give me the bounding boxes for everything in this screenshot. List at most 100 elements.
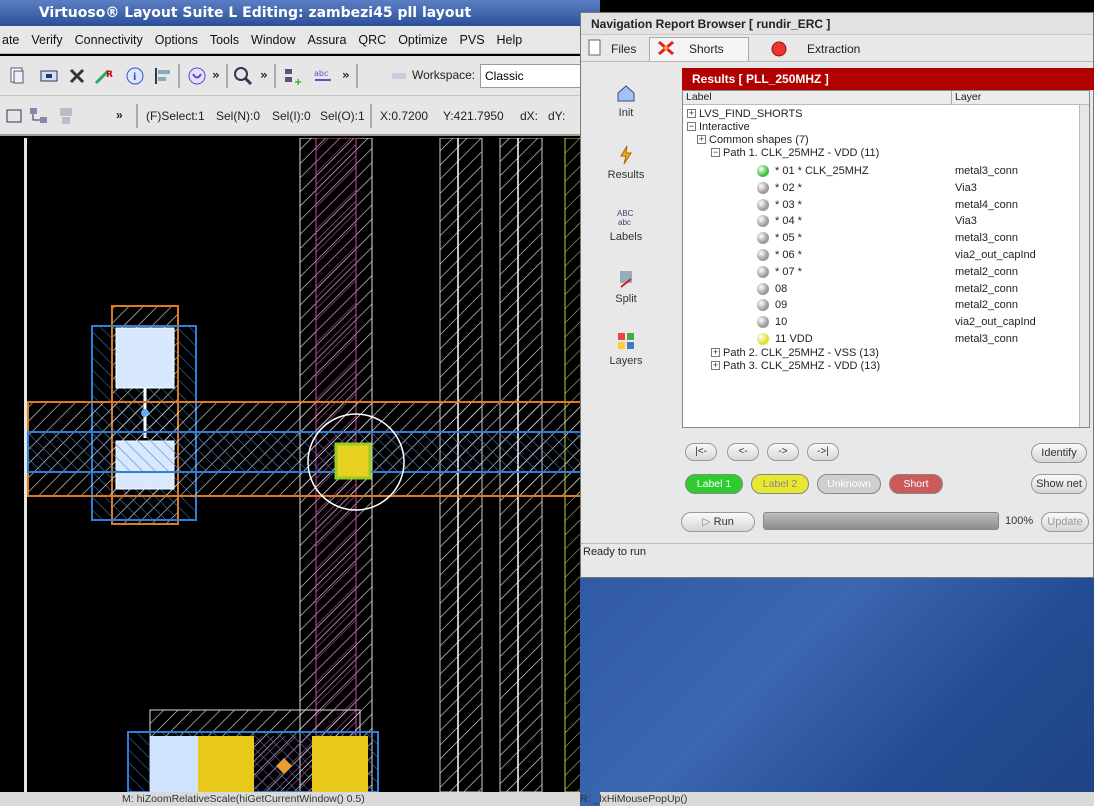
status-ball-icon — [757, 316, 769, 329]
stretch-icon[interactable] — [38, 65, 60, 87]
layer-select-icon[interactable] — [4, 105, 26, 127]
tree-item[interactable]: * 05 * metal3_conn — [683, 230, 1083, 246]
menu-help[interactable]: Help — [497, 33, 523, 47]
delete-icon[interactable] — [66, 65, 88, 87]
tree-item-layer: metal2_conn — [955, 282, 1018, 295]
identify-button[interactable]: Identify — [1031, 443, 1087, 463]
tab-shorts[interactable]: Shorts — [689, 37, 724, 61]
main-toolbar: R i » » + abc » Workspace: Classic — [0, 56, 600, 96]
menu-pvs[interactable]: PVS — [460, 33, 485, 47]
results-tree[interactable]: Label Layer + LVS_FIND_SHORTS − Interact… — [682, 90, 1090, 428]
tree-node-path1[interactable]: − Path 1. CLK_25MHZ - VDD (11) — [683, 145, 1083, 161]
last-button[interactable]: ->| — [807, 443, 839, 461]
sidebar-item-labels[interactable]: ABC abc Labels — [581, 207, 671, 243]
prev-button[interactable]: <- — [727, 443, 759, 461]
tree-item-label: 09 — [775, 299, 788, 312]
tree-item-label: * 06 * — [775, 249, 802, 261]
column-label[interactable]: Label — [686, 91, 712, 103]
tree-item[interactable]: 09 metal2_conn — [683, 297, 1083, 313]
menu-tools[interactable]: Tools — [210, 33, 239, 47]
menu-window[interactable]: Window — [251, 33, 295, 47]
layout-canvas[interactable] — [0, 138, 600, 792]
toolbar-overflow-icon[interactable]: » — [342, 68, 350, 82]
column-layer[interactable]: Layer — [951, 91, 981, 105]
hierarchy-icon[interactable] — [28, 105, 50, 127]
svg-text:abc: abc — [314, 69, 328, 78]
tree-item-layer: metal3_conn — [955, 165, 1018, 177]
mouse-right-status: R: _lxHiMousePopUp() — [580, 793, 688, 805]
extraction-icon — [771, 41, 787, 57]
tree-item-label: * 04 * — [775, 215, 802, 228]
show-net-button[interactable]: Show net — [1031, 474, 1087, 494]
sidebar-item-results[interactable]: Results — [581, 145, 671, 181]
toolbar-overflow-icon[interactable]: » — [212, 68, 220, 82]
status-ball-icon — [757, 165, 769, 177]
create-label-icon[interactable]: abc — [312, 65, 334, 87]
status-ball-icon — [757, 198, 769, 211]
tree-item-label: * 02 * — [775, 181, 802, 194]
tree-item[interactable]: * 02 * Via3 — [683, 180, 1083, 196]
sidebar-item-split[interactable]: Split — [581, 269, 671, 305]
tree-item[interactable]: * 01 * CLK_25MHZ metal3_conn — [683, 163, 1083, 179]
toolbar-overflow-icon[interactable]: » — [116, 108, 123, 122]
home-icon — [617, 85, 635, 102]
ruler-icon[interactable]: R — [94, 65, 116, 87]
status-ball-icon — [757, 282, 769, 295]
tree-node-path3[interactable]: + Path 3. CLK_25MHZ - VDD (13) — [683, 358, 1083, 374]
expand-icon[interactable]: + — [711, 348, 720, 357]
menu-verify[interactable]: Verify — [31, 33, 62, 47]
tree-item[interactable]: * 07 * metal2_conn — [683, 264, 1083, 280]
expand-icon[interactable]: + — [711, 361, 720, 370]
tab-files[interactable]: Files — [611, 37, 636, 61]
toolbar-overflow-icon[interactable]: » — [260, 68, 268, 82]
sel-n: Sel(N):0 — [216, 109, 261, 123]
info-icon[interactable]: i — [124, 65, 146, 87]
expand-icon[interactable]: + — [687, 109, 696, 118]
collapse-icon[interactable]: − — [711, 148, 720, 157]
tree-item[interactable]: * 06 * via2_out_capInd — [683, 247, 1083, 263]
zoom-icon[interactable] — [232, 65, 254, 87]
align-icon[interactable] — [152, 65, 174, 87]
tree-item[interactable]: * 04 * Via3 — [683, 213, 1083, 229]
settings-icon[interactable] — [388, 65, 410, 87]
first-button[interactable]: |<- — [685, 443, 717, 461]
tree-item-label: * 03 * — [775, 198, 802, 211]
tree-item[interactable]: 10 via2_out_capInd — [683, 314, 1083, 330]
status-ball-icon — [757, 265, 769, 278]
expand-icon[interactable]: + — [697, 135, 706, 144]
collapse-icon[interactable]: − — [687, 122, 696, 131]
nav-status-bar: Ready to run — [581, 543, 1093, 559]
delta-y: dY: — [548, 109, 566, 123]
menu-optimize[interactable]: Optimize — [398, 33, 447, 47]
status-ball-icon — [757, 215, 769, 228]
legend-label2[interactable]: Label 2 — [751, 474, 809, 494]
descend-icon[interactable] — [56, 105, 78, 127]
sidebar-item-layers[interactable]: Layers — [581, 331, 671, 367]
tree-item-label: * 05 * — [775, 232, 802, 245]
sidebar-item-init[interactable]: Init — [581, 83, 671, 119]
menu-qrc[interactable]: QRC — [358, 33, 386, 47]
tree-item[interactable]: 08 metal2_conn — [683, 281, 1083, 297]
ruler-clear-icon[interactable] — [186, 65, 208, 87]
menu-create[interactable]: ate — [2, 33, 19, 47]
legend-label1[interactable]: Label 1 — [685, 474, 743, 494]
tree-item-label: * 07 * — [775, 265, 802, 278]
tab-extraction[interactable]: Extraction — [807, 37, 860, 61]
tree-item[interactable]: * 03 * metal4_conn — [683, 197, 1083, 213]
progress-percent: 100% — [1005, 515, 1034, 527]
legend-unknown[interactable]: Unknown — [817, 474, 881, 494]
sel-i: Sel(I):0 — [272, 109, 311, 123]
copy-icon[interactable] — [6, 65, 28, 87]
menu-assura[interactable]: Assura — [308, 33, 347, 47]
run-button[interactable]: ▷ Run — [681, 512, 755, 532]
create-pin-icon[interactable]: + — [282, 65, 304, 87]
sidebar-label-split: Split — [615, 293, 637, 305]
tree-item-label: 08 — [775, 282, 788, 295]
tree-item-layer: via2_out_capInd — [955, 316, 1036, 329]
menu-options[interactable]: Options — [155, 33, 198, 47]
svg-text:+: + — [294, 77, 302, 87]
menu-connectivity[interactable]: Connectivity — [75, 33, 143, 47]
legend-short[interactable]: Short — [889, 474, 943, 494]
update-button[interactable]: Update — [1041, 512, 1089, 532]
next-button[interactable]: -> — [767, 443, 799, 461]
